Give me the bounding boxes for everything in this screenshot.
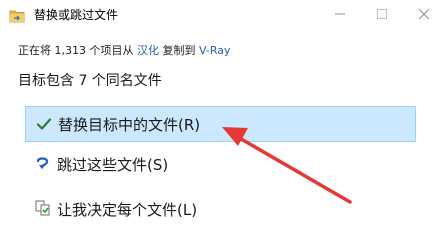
source-folder-link[interactable]: 汉化 (137, 44, 159, 57)
skip-files-label: 跳过这些文件(S) (57, 156, 169, 174)
skip-files-option[interactable]: 跳过这些文件(S) (25, 146, 416, 182)
window-title: 替换或跳过文件 (34, 8, 119, 22)
folder-transfer-icon (9, 8, 25, 23)
skip-arrow-icon (34, 154, 52, 172)
copy-progress-info: 正在将 1,313 个项目从 汉化 复制到 V-Ray (18, 42, 231, 58)
decide-each-file-option[interactable]: 让我决定每个文件(L) (25, 191, 416, 227)
replace-files-option[interactable]: 替换目标中的文件(R) (25, 106, 416, 142)
conflict-heading: 目标包含 7 个同名文件 (18, 73, 162, 89)
close-icon[interactable] (414, 4, 434, 24)
replace-files-label: 替换目标中的文件(R) (58, 116, 201, 134)
destination-folder-link[interactable]: V-Ray (199, 44, 231, 57)
info-prefix: 正在将 1,313 个项目从 (18, 44, 137, 57)
replace-or-skip-dialog: 替换或跳过文件 正在将 1,313 个项目从 汉化 复制到 V-Ray 目标包含… (0, 0, 444, 246)
title-bar[interactable]: 替换或跳过文件 (0, 0, 444, 30)
info-middle: 复制到 (158, 44, 199, 57)
compare-files-icon (34, 199, 52, 217)
checkmark-icon (35, 115, 53, 133)
decide-each-file-label: 让我决定每个文件(L) (57, 201, 198, 219)
minimize-icon[interactable] (330, 4, 350, 24)
maximize-icon[interactable] (372, 4, 392, 24)
